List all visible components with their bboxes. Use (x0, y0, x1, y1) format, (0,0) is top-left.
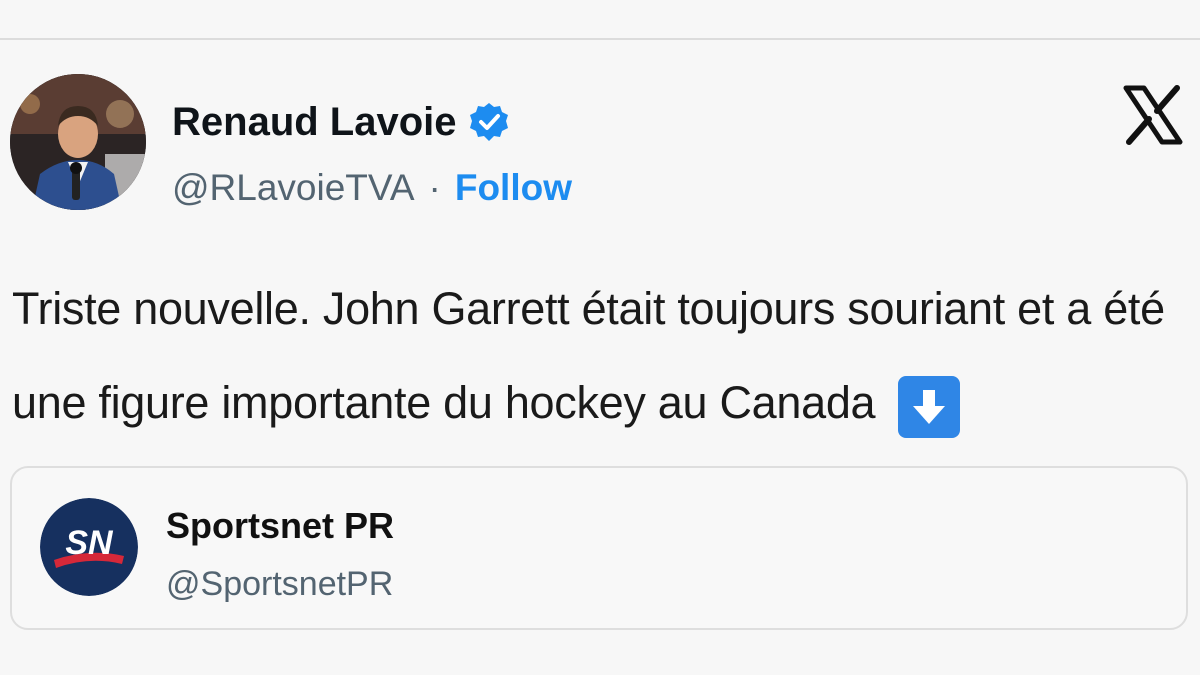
verified-badge-icon (469, 103, 508, 141)
follow-button[interactable]: Follow (455, 166, 572, 210)
quoted-tweet-card[interactable]: SN Sportsnet PR @SportsnetPR (10, 466, 1188, 630)
sportsnet-logo-text: SN (65, 524, 114, 562)
top-divider (0, 38, 1200, 40)
author-avatar[interactable] (10, 74, 146, 210)
x-logo-icon[interactable] (1122, 84, 1184, 146)
tweet-text: Triste nouvelle. John Garrett était touj… (12, 283, 1165, 428)
author-handle[interactable]: @RLavoieTVA (172, 166, 415, 210)
quoted-author-name: Sportsnet PR (166, 505, 395, 546)
author-handle-row: @RLavoieTVA · Follow (172, 166, 572, 210)
avatar-photo (10, 74, 146, 210)
sportsnet-logo-icon: SN (40, 498, 138, 596)
author-name[interactable]: Renaud Lavoie (172, 98, 457, 146)
down-arrow-emoji-icon (897, 376, 960, 438)
author-name-row: Renaud Lavoie (172, 98, 509, 146)
tweet-body: Triste nouvelle. John Garrett était touj… (12, 262, 1198, 450)
separator-dot: · (428, 167, 441, 208)
quoted-author-handle: @SportsnetPR (166, 565, 394, 603)
